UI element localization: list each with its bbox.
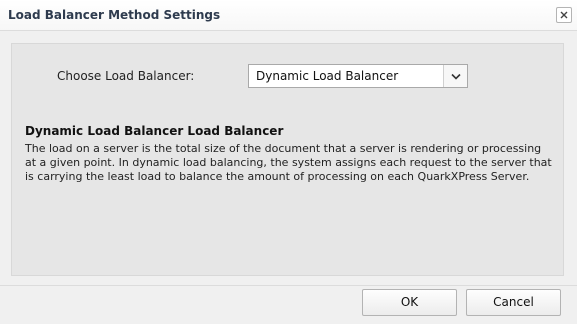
description-heading: Dynamic Load Balancer Load Balancer (25, 124, 284, 138)
description-body: The load on a server is the total size o… (25, 142, 552, 183)
chevron-down-icon (451, 73, 461, 80)
cancel-button[interactable]: Cancel (466, 289, 561, 316)
load-balancer-dialog: Load Balancer Method Settings Choose Loa… (0, 0, 577, 324)
selected-balancer-value: Dynamic Load Balancer (256, 69, 399, 83)
close-x-icon (560, 11, 568, 19)
footer-divider (0, 285, 577, 286)
load-balancer-select[interactable]: Dynamic Load Balancer (248, 64, 468, 88)
dialog-title: Load Balancer Method Settings (8, 8, 221, 22)
settings-panel: Choose Load Balancer: Dynamic Load Balan… (11, 43, 564, 276)
select-dropdown-button[interactable] (443, 65, 467, 87)
dialog-titlebar: Load Balancer Method Settings (0, 0, 577, 31)
choose-balancer-label: Choose Load Balancer: (57, 69, 195, 83)
ok-button[interactable]: OK (362, 289, 457, 316)
close-button[interactable] (556, 7, 572, 23)
